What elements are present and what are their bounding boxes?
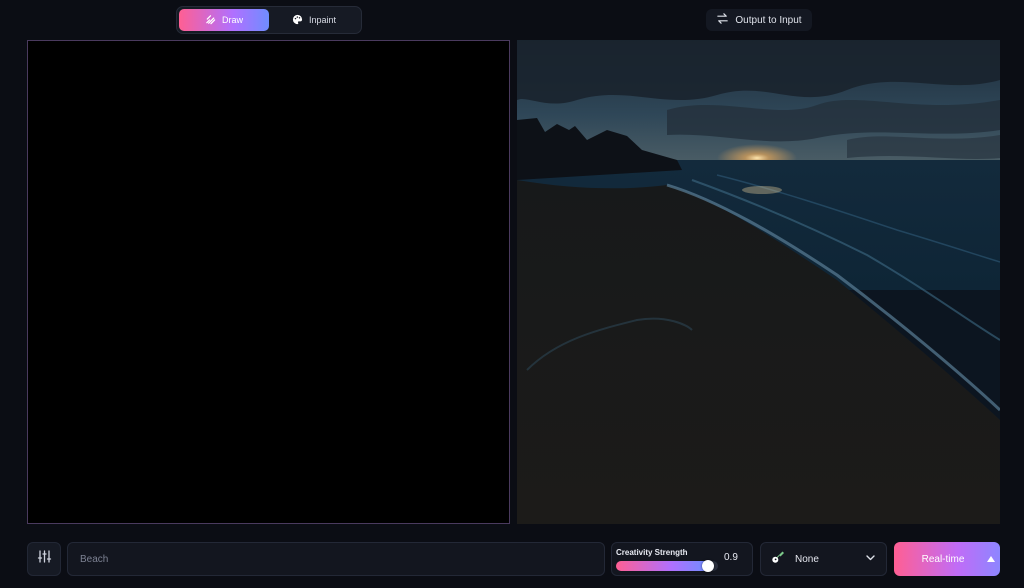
tab-draw-label: Draw [221,15,243,25]
guitar-icon [771,550,785,569]
realtime-label: Real-time [921,553,965,565]
tab-draw[interactable]: Draw [179,9,269,31]
creativity-strength-value: 0.9 [724,552,738,563]
output-to-input-button[interactable]: Output to Input [706,9,812,31]
mode-toggle: Draw Inpaint [176,6,362,34]
creativity-strength-fill [616,561,708,571]
caret-up-icon[interactable] [982,556,1000,562]
drawing-canvas[interactable] [27,40,510,524]
style-select[interactable]: None [760,542,887,576]
settings-button[interactable] [27,542,61,576]
creativity-strength-control: Creativity Strength 0.9 [611,542,753,576]
sliders-icon [37,549,52,569]
app-window: Draw Inpaint Output to Input Beach Creat… [0,0,1024,588]
swap-arrows-icon [716,12,729,28]
brush-icon [205,14,216,27]
tab-inpaint-label: Inpaint [308,15,337,25]
realtime-button[interactable]: Real-time [894,542,1000,576]
style-select-value: None [795,553,819,565]
creativity-strength-label: Creativity Strength [616,548,688,557]
tab-inpaint[interactable]: Inpaint [269,9,359,31]
chevron-down-icon [865,550,876,568]
prompt-input[interactable] [67,542,605,576]
generated-image [517,40,1000,524]
palette-icon [292,14,303,27]
creativity-strength-thumb[interactable] [701,560,714,572]
output-to-input-label: Output to Input [735,14,802,26]
